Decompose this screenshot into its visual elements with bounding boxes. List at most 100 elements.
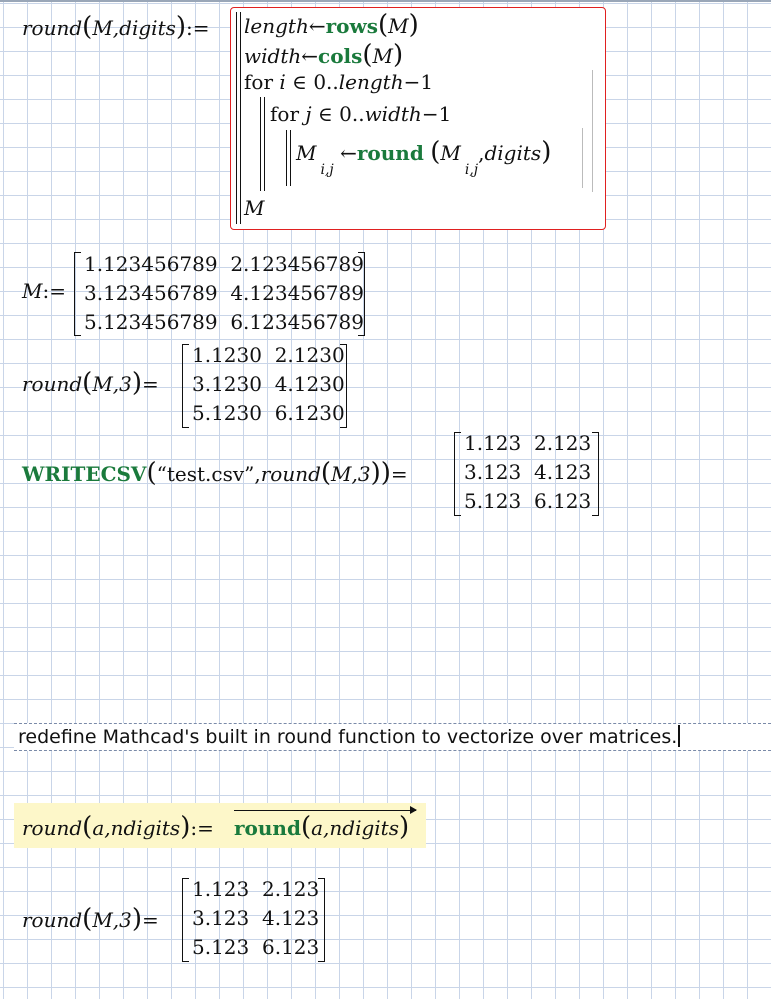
result-row: 1.123 2.123 (464, 431, 591, 455)
body-m-arg: M (440, 141, 461, 165)
redefine-round-region[interactable]: round(a,ndigits):= round(a,ndigits) (14, 803, 426, 848)
redefine-name: round (22, 816, 83, 840)
result-cell: 3.1230 (192, 372, 262, 396)
matrix-row: 5.123456789 6.123456789 (84, 310, 364, 334)
args: M,3 (92, 372, 132, 396)
var-j: j (305, 102, 312, 126)
for-j-bar-2 (290, 130, 291, 186)
program-line-return: M (244, 196, 264, 220)
result-cell: 6.1230 (274, 401, 345, 425)
body-arg-subscript: i,j (464, 162, 479, 178)
program-line-body: Mi,j ←round (Mi,j,digits) (296, 137, 552, 178)
redefine-rhs: round(a,ndigits) (234, 812, 410, 842)
matrix-bracket-right (358, 252, 365, 336)
minus-one: −1 (403, 70, 434, 94)
result-bracket-right (340, 344, 347, 428)
for-keyword: for (270, 102, 300, 126)
args: M,3 (331, 462, 371, 486)
eval3-lhs: round(M,3)= (22, 904, 159, 934)
result-cell: 6.123 (261, 935, 320, 959)
result-bracket-right (318, 878, 325, 962)
fn-writecsv: WRITECSV (22, 462, 147, 486)
arg-m: M (372, 44, 394, 68)
equals-operator: = (390, 462, 408, 486)
result-row: 3.1230 4.1230 (192, 372, 345, 396)
result-bracket-left (454, 432, 461, 516)
args: M,3 (92, 908, 132, 932)
arg-m: M (388, 14, 409, 38)
elem-op: ∈ (317, 102, 333, 126)
program-bar-inner (240, 12, 241, 224)
redefine-lhs: round(a,ndigits):= (22, 812, 214, 842)
note-text-region[interactable]: redefine Mathcad's built in round functi… (14, 723, 771, 751)
assign-operator: := (190, 816, 214, 840)
result-cell: 4.123 (261, 906, 320, 930)
matrix-cell: 2.123456789 (230, 252, 364, 276)
matrix-definition-region[interactable]: M:= 1.123456789 2.123456789 3.123456789 … (0, 248, 400, 338)
def-lhs: round(M,digits):= (22, 12, 210, 42)
note-text: redefine Mathcad's built in round functi… (18, 726, 678, 748)
assign-operator: := (42, 279, 66, 303)
result-cell: 1.123 (464, 431, 522, 455)
program-line-width: width←cols(M) (244, 40, 404, 70)
for-i-bar-gray (592, 70, 593, 192)
result-cell: 6.123 (533, 489, 592, 513)
eval1-lhs: round(M,3)= (22, 368, 159, 398)
range-dots: .. (326, 70, 339, 94)
for-keyword: for (244, 70, 274, 94)
for-j-bar-gray (582, 128, 583, 188)
minus-one: −1 (421, 102, 452, 126)
def-function-name: round (22, 16, 83, 40)
result-cell: 2.123 (533, 431, 592, 455)
result-cell: 2.123 (261, 877, 320, 901)
vectorize-arrow-icon (234, 806, 417, 814)
program-line-for-j: for j ∈ 0..width−1 (270, 102, 451, 126)
equals-operator: = (142, 372, 159, 396)
fn-cols: cols (318, 44, 363, 68)
equals-operator: = (142, 908, 159, 932)
def-assign-operator: := (186, 16, 210, 40)
result-row: 5.123 6.123 (464, 489, 591, 513)
matrix-name: M (22, 279, 43, 303)
result-cell: 5.123 (464, 489, 522, 513)
result-cell: 5.123 (192, 935, 250, 959)
function-definition-region[interactable]: round(M,digits):= length←rows(M) width←c… (0, 0, 771, 240)
result-row: 5.123 6.123 (192, 935, 319, 959)
arrow-op: ← (340, 141, 357, 165)
body-subscript: i,j (320, 162, 334, 178)
var-width: width (244, 44, 302, 68)
file-string: “test.csv” (156, 462, 255, 486)
body-m: M (296, 141, 317, 165)
result-cell: 4.1230 (274, 372, 345, 396)
fn-round-user: round (22, 372, 83, 396)
body-digits: digits (484, 141, 542, 165)
redefine-params: a,ndigits (92, 816, 181, 840)
matrix-cell: 1.123456789 (84, 252, 218, 276)
eval-round-region-1[interactable]: round(M,3)= 1.1230 2.1230 3.1230 4.1230 … (0, 340, 400, 430)
range-start: 0 (313, 70, 327, 94)
result-row: 3.123 4.123 (192, 906, 319, 930)
var-i: i (279, 70, 286, 94)
program-line-length: length←rows(M) (244, 10, 419, 40)
result-cell: 1.123 (192, 877, 250, 901)
matrix-cell: 3.123456789 (84, 281, 218, 305)
matrix-cell: 6.123456789 (230, 310, 364, 334)
range-dots: .. (351, 102, 365, 126)
result-cell: 3.123 (192, 906, 250, 930)
range-end: width (364, 102, 422, 126)
program-line-for-i: for i ∈ 0..length−1 (244, 70, 433, 94)
matrix-cell: 5.123456789 (84, 310, 218, 334)
result-cell: 2.1230 (274, 343, 345, 367)
matrix-bracket-left (74, 252, 81, 336)
result-row: 1.123 2.123 (192, 877, 319, 901)
eval-writecsv-region[interactable]: WRITECSV(“test.csv”,round(M,3))= 1.123 2… (0, 428, 620, 518)
result-bracket-left (182, 878, 189, 962)
eval-round-region-2[interactable]: round(M,3)= 1.123 2.123 3.123 4.123 5.12… (0, 874, 400, 964)
result-row: 1.1230 2.1230 (192, 343, 345, 367)
def-params: M,digits (92, 16, 176, 40)
arrow-op: ← (308, 14, 326, 38)
result-row: 3.123 4.123 (464, 460, 591, 484)
redefine-args: a,ndigits (311, 816, 399, 840)
result-bracket-right (592, 432, 599, 516)
matrix-cell: 4.123456789 (230, 281, 364, 305)
